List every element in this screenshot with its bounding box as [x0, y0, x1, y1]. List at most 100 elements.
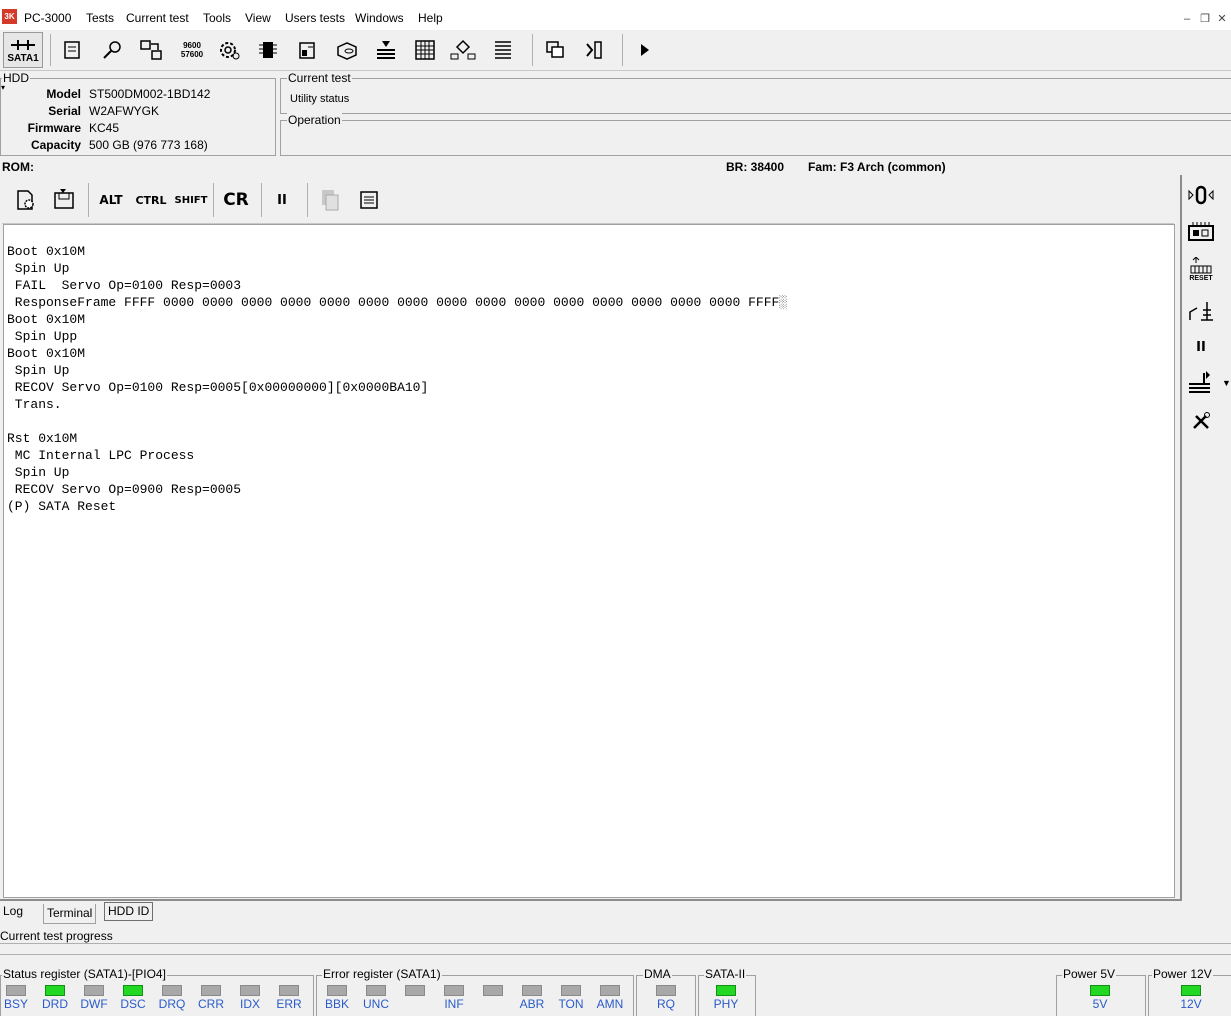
layers-button[interactable]: [372, 36, 400, 64]
baud-rate: BR: 38400: [726, 160, 785, 174]
tree-icon: [450, 39, 476, 60]
menu-tests[interactable]: Tests: [86, 11, 114, 25]
exit-button[interactable]: [579, 36, 607, 64]
gear-icon: [220, 42, 240, 60]
error-label-abr: ABR: [519, 997, 545, 1011]
transfer-button[interactable]: [137, 36, 165, 64]
status-led-err: [279, 985, 299, 996]
save-icon: [54, 189, 74, 209]
app-title: PC-3000: [24, 11, 72, 25]
status-label-dsc: DSC: [120, 997, 146, 1011]
hdd-dropdown-icon[interactable]: ▾: [1, 83, 5, 92]
settings-button[interactable]: [12, 187, 40, 213]
error-led-bbk: [327, 985, 347, 996]
main-toolbar: SATA1 9600 57600: [0, 30, 1231, 71]
cr-button[interactable]: CR: [222, 187, 250, 213]
tab-log[interactable]: Log: [0, 902, 26, 921]
restore-icon[interactable]: ❐: [1198, 12, 1212, 26]
side-dropdown-icon[interactable]: ▼: [1222, 378, 1231, 388]
capacity-label: Capacity: [30, 138, 81, 152]
terminal-output[interactable]: Boot 0x10M Spin Up FAIL Servo Op=0100 Re…: [3, 224, 1175, 898]
menu-help[interactable]: Help: [418, 11, 443, 25]
board-icon: [1188, 222, 1214, 241]
ctrl-button[interactable]: CTRL: [135, 187, 167, 213]
close-icon[interactable]: ✕: [1215, 12, 1229, 26]
power12-led[interactable]: [1181, 985, 1201, 996]
status-led-drd: [45, 985, 65, 996]
tools-button[interactable]: [1186, 406, 1216, 436]
reset-label: RESET: [1189, 274, 1213, 282]
head-map-icon: [299, 42, 315, 59]
grid-button[interactable]: [411, 36, 439, 64]
power-switch-icon: [1188, 185, 1214, 205]
board-button[interactable]: [1186, 218, 1216, 248]
shift-button[interactable]: SHIFT: [173, 187, 209, 213]
error-led-blank4: [483, 985, 503, 996]
status-label-drd: DRD: [42, 997, 68, 1011]
port-label: SATA1: [7, 53, 39, 64]
power5-title: Power 5V: [1062, 967, 1117, 981]
keyboard-icon: [360, 191, 378, 209]
port-icon: [11, 40, 35, 50]
tree-button[interactable]: [449, 36, 477, 64]
gear-button[interactable]: [215, 36, 243, 64]
error-led-unc: [366, 985, 386, 996]
chip-button[interactable]: [254, 36, 282, 64]
save-button[interactable]: [50, 187, 78, 213]
sata2-title: SATA-II: [704, 967, 747, 981]
status-led-bsy: [6, 985, 26, 996]
layers-side-button[interactable]: [1186, 368, 1216, 398]
layers-icon: [377, 41, 395, 59]
status-label-crr: CRR: [198, 997, 224, 1011]
family-label: Fam: F3 Arch (common): [808, 160, 946, 174]
windows-button[interactable]: [541, 36, 569, 64]
reset-button[interactable]: RESET: [1186, 254, 1216, 284]
error-led-abr: [522, 985, 542, 996]
copy-icon: [322, 190, 339, 211]
sata2-phy-led: [716, 985, 736, 996]
error-label-unc: UNC: [363, 997, 389, 1011]
error-register-title: Error register (SATA1): [322, 967, 442, 981]
layers-side-icon: [1189, 371, 1210, 393]
alt-button[interactable]: ALT: [98, 187, 124, 213]
status-led-crr: [201, 985, 221, 996]
panel-border: [1180, 175, 1182, 900]
search-button[interactable]: [98, 36, 126, 64]
relay-switch-icon: [1189, 302, 1213, 321]
capacity-value: 500 GB (976 773 168): [89, 138, 208, 152]
play-icon: [641, 44, 649, 56]
pause-button[interactable]: II: [270, 187, 294, 213]
port-button[interactable]: SATA1: [3, 32, 43, 68]
menu-current-test[interactable]: Current test: [126, 11, 189, 25]
tab-hdd-id[interactable]: HDD ID: [104, 902, 154, 921]
menu-users-tests[interactable]: Users tests: [285, 11, 345, 25]
menu-windows[interactable]: Windows: [355, 11, 404, 25]
head-map-button[interactable]: [293, 36, 321, 64]
hdd-panel: HDD ▾ Model Serial Firmware Capacity ST5…: [0, 71, 276, 156]
relay-button[interactable]: [1186, 296, 1216, 326]
baudrate-button[interactable]: 9600 57600: [178, 36, 206, 64]
error-label-ton: TON: [558, 997, 584, 1011]
power5-label: 5V: [1092, 997, 1108, 1011]
reset-icon: [1190, 256, 1212, 273]
status-label-idx: IDX: [239, 997, 260, 1011]
power5-led[interactable]: [1090, 985, 1110, 996]
menu-tools[interactable]: Tools: [203, 11, 231, 25]
side-pause-button[interactable]: II: [1186, 332, 1216, 362]
scroll-button[interactable]: [58, 36, 86, 64]
app-logo-icon: 3K: [2, 9, 17, 24]
list-button[interactable]: [489, 36, 517, 64]
power-toggle-button[interactable]: [1186, 180, 1216, 210]
menu-view[interactable]: View: [245, 11, 271, 25]
copy-button[interactable]: [316, 187, 344, 213]
tab-terminal[interactable]: Terminal: [43, 904, 97, 924]
list-icon: [495, 41, 511, 59]
model-value: ST500DM002-1BD142: [89, 87, 211, 101]
minimize-icon[interactable]: –: [1180, 12, 1194, 26]
error-led-inf: [444, 985, 464, 996]
keyboard-button[interactable]: [355, 187, 383, 213]
run-button[interactable]: [631, 36, 659, 64]
disk-button[interactable]: [333, 36, 361, 64]
terminal-toolbar: ALT CTRL SHIFT CR II: [2, 177, 1174, 224]
model-label: Model: [46, 87, 81, 101]
